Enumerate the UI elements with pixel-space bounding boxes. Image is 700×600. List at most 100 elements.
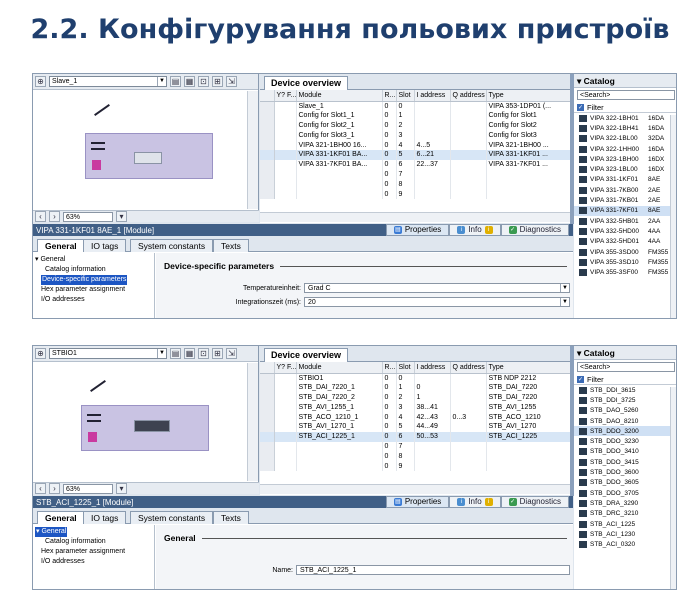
tab-io-tags[interactable]: IO tags <box>83 239 127 252</box>
catalog-item[interactable]: VIPA 322-1HH00 16DA <box>574 144 676 154</box>
tree-item-io-addresses[interactable]: I/O addresses <box>33 295 154 305</box>
tab-info[interactable]: i Info i <box>449 496 501 508</box>
collapse-icon[interactable]: ‹ <box>35 483 46 494</box>
catalog-item[interactable]: STB_DDO_3415 <box>574 457 676 467</box>
network-icon[interactable]: ⊕ <box>35 348 46 359</box>
table-row[interactable]: Config for Slot1_1 0 1 Config for Slot1 <box>260 110 572 121</box>
network-icon[interactable]: ⊕ <box>35 76 46 87</box>
zoom-level[interactable]: 63% <box>63 211 113 222</box>
device-select[interactable]: STBIO1 ▼ <box>49 348 167 359</box>
column-header[interactable] <box>260 90 275 102</box>
column-header[interactable]: Type <box>486 362 572 374</box>
grid-icon[interactable]: ▤ <box>170 76 181 87</box>
tree-item-catalog-information[interactable]: Catalog information <box>33 265 154 275</box>
catalog-item[interactable]: STB_DDO_3605 <box>574 478 676 488</box>
column-header[interactable] <box>260 362 275 374</box>
catalog-search[interactable]: <Search> <box>577 90 675 100</box>
export-icon[interactable]: ⇲ <box>226 76 237 87</box>
tab-texts[interactable]: Texts <box>213 239 249 252</box>
catalog-item[interactable]: STB_DRC_3210 <box>574 509 676 519</box>
table-row[interactable]: 09 <box>260 189 572 199</box>
tree-item-hex-parameter-assignment[interactable]: Hex parameter assignment <box>33 547 154 557</box>
module-block[interactable] <box>134 152 162 164</box>
catalog-item[interactable]: STB_DRA_3290 <box>574 498 676 508</box>
tab-texts[interactable]: Texts <box>213 511 249 524</box>
tab-io-tags[interactable]: IO tags <box>83 511 127 524</box>
catalog-item[interactable]: VIPA 331-7KB01 2AE <box>574 195 676 205</box>
catalog-item[interactable]: VIPA 323-1BH00 16DX <box>574 154 676 164</box>
column-header[interactable]: Q address <box>450 90 487 102</box>
overview-hscroll[interactable] <box>260 212 573 222</box>
table-icon[interactable]: ▦ <box>184 348 195 359</box>
table-row[interactable]: STB_DAI_7220_2 0 2 1 STB_DAI_7220 <box>260 392 572 403</box>
catalog-item[interactable]: VIPA 331-7KF01 8AE <box>574 205 676 216</box>
catalog-item[interactable]: STB_DDO_3200 <box>574 426 676 437</box>
tab-diagnostics[interactable]: ✓ Diagnostics <box>500 496 569 508</box>
catalog-item[interactable]: VIPA 355-3SD10 FM355 <box>574 257 676 267</box>
column-header[interactable]: Slot <box>396 362 415 374</box>
column-header[interactable]: Module <box>296 362 383 374</box>
table-row[interactable]: STBIO1 0 0 STB NDP 2212 <box>260 373 572 383</box>
catalog-item[interactable]: VIPA 355-3SD00 FM355 <box>574 247 676 257</box>
column-header[interactable]: I address <box>414 362 451 374</box>
table-row[interactable]: VIPA 331-1KF01 BA... 0 5 6...21 VIPA 331-1KF… <box>260 149 572 160</box>
table-row[interactable]: STB_ACI_1225_1 0 6 50...53 STB_ACI_1225 <box>260 431 572 442</box>
column-header[interactable]: Type <box>486 90 572 102</box>
table-row[interactable]: Slave_1 0 0 VIPA 353-1DP01 (... <box>260 101 572 111</box>
zoom-icon[interactable]: ⊡ <box>198 76 209 87</box>
tree-item-catalog-information[interactable]: Catalog information <box>33 537 154 547</box>
table-row[interactable]: 07 <box>260 441 572 452</box>
table-row[interactable]: VIPA 321-1BH00 16... 0 4 4...5 VIPA 321-1BH0… <box>260 140 572 150</box>
tab-general[interactable]: General <box>37 511 85 524</box>
integration-time-select[interactable]: 20 ▼ <box>304 297 570 307</box>
catalog-item[interactable]: STB_DDI_3615 <box>574 385 676 395</box>
catalog-item[interactable]: VIPA 331-7KB00 2AE <box>574 185 676 195</box>
name-input[interactable]: STB_ACI_1225_1 <box>296 565 570 575</box>
catalog-item[interactable]: VIPA 322-1BL00 32DA <box>574 134 676 144</box>
column-header[interactable]: Module <box>296 90 383 102</box>
catalog-item[interactable]: VIPA 355-3SF00 FM355 <box>574 267 676 277</box>
table-row[interactable]: Config for Slot3_1 0 3 Config for Slot3 <box>260 130 572 141</box>
chevron-down-icon[interactable]: ▾ <box>116 483 127 494</box>
table-row[interactable]: Config for Slot2_1 0 2 Config for Slot2 <box>260 120 572 131</box>
table-row[interactable]: 07 <box>260 169 572 180</box>
catalog-item[interactable]: VIPA 332-5HB01 2AA <box>574 216 676 226</box>
table-row[interactable]: STB_ACO_1210_1 0 4 42...43 0...3 STB_ACO_1210 <box>260 412 572 422</box>
tab-properties[interactable]: ▤ Properties <box>385 224 450 236</box>
catalog-item[interactable]: STB_DDO_3230 <box>574 436 676 446</box>
tab-diagnostics[interactable]: ✓ Diagnostics <box>500 224 569 236</box>
catalog-filter[interactable]: ✓ Filter <box>574 374 676 385</box>
table-icon[interactable]: ▦ <box>184 76 195 87</box>
tab-properties[interactable]: ▤ Properties <box>385 496 450 508</box>
tree-item-io-addresses[interactable]: I/O addresses <box>33 557 154 567</box>
table-row[interactable]: 08 <box>260 179 572 190</box>
catalog-item[interactable]: STB_DAO_5260 <box>574 406 676 416</box>
catalog-item[interactable]: STB_DDO_3705 <box>574 488 676 498</box>
grid-icon[interactable]: ▤ <box>170 348 181 359</box>
catalog-scrollbar[interactable] <box>670 387 676 589</box>
table-row[interactable]: 08 <box>260 451 572 462</box>
export-icon[interactable]: ⇲ <box>226 348 237 359</box>
catalog-search[interactable]: <Search> <box>577 362 675 372</box>
catalog-item[interactable]: STB_DDI_3725 <box>574 395 676 405</box>
tab-device-overview[interactable]: Device overview <box>264 348 349 362</box>
catalog-header[interactable]: ▾ Catalog <box>574 74 676 88</box>
column-header[interactable]: I address <box>414 90 451 102</box>
tree-item-hex-parameter-assignment[interactable]: Hex parameter assignment <box>33 285 154 295</box>
layout-icon[interactable]: ⊞ <box>212 348 223 359</box>
tab-info[interactable]: i Info i <box>449 224 501 236</box>
catalog-item[interactable]: VIPA 331-1KF01 8AE <box>574 175 676 185</box>
catalog-item[interactable]: STB_DAO_8210 <box>574 416 676 426</box>
catalog-item[interactable]: VIPA 332-5HD00 4AA <box>574 226 676 236</box>
catalog-item[interactable]: VIPA 323-1BL00 16DX <box>574 164 676 174</box>
catalog-header[interactable]: ▾ Catalog <box>574 346 676 360</box>
catalog-filter[interactable]: ✓ Filter <box>574 102 676 113</box>
topology-scrollbar[interactable] <box>247 91 258 209</box>
column-header[interactable]: R... <box>382 362 397 374</box>
tab-system-constants[interactable]: System constants <box>130 511 214 524</box>
catalog-item[interactable]: VIPA 322-1BH01 16DA <box>574 113 676 123</box>
tab-system-constants[interactable]: System constants <box>130 239 214 252</box>
catalog-item[interactable]: VIPA 332-5HD01 4AA <box>574 237 676 247</box>
column-header[interactable]: Y? F... <box>274 362 297 374</box>
table-row[interactable]: STB_DAI_7220_1 0 1 0 STB_DAI_7220 <box>260 382 572 393</box>
